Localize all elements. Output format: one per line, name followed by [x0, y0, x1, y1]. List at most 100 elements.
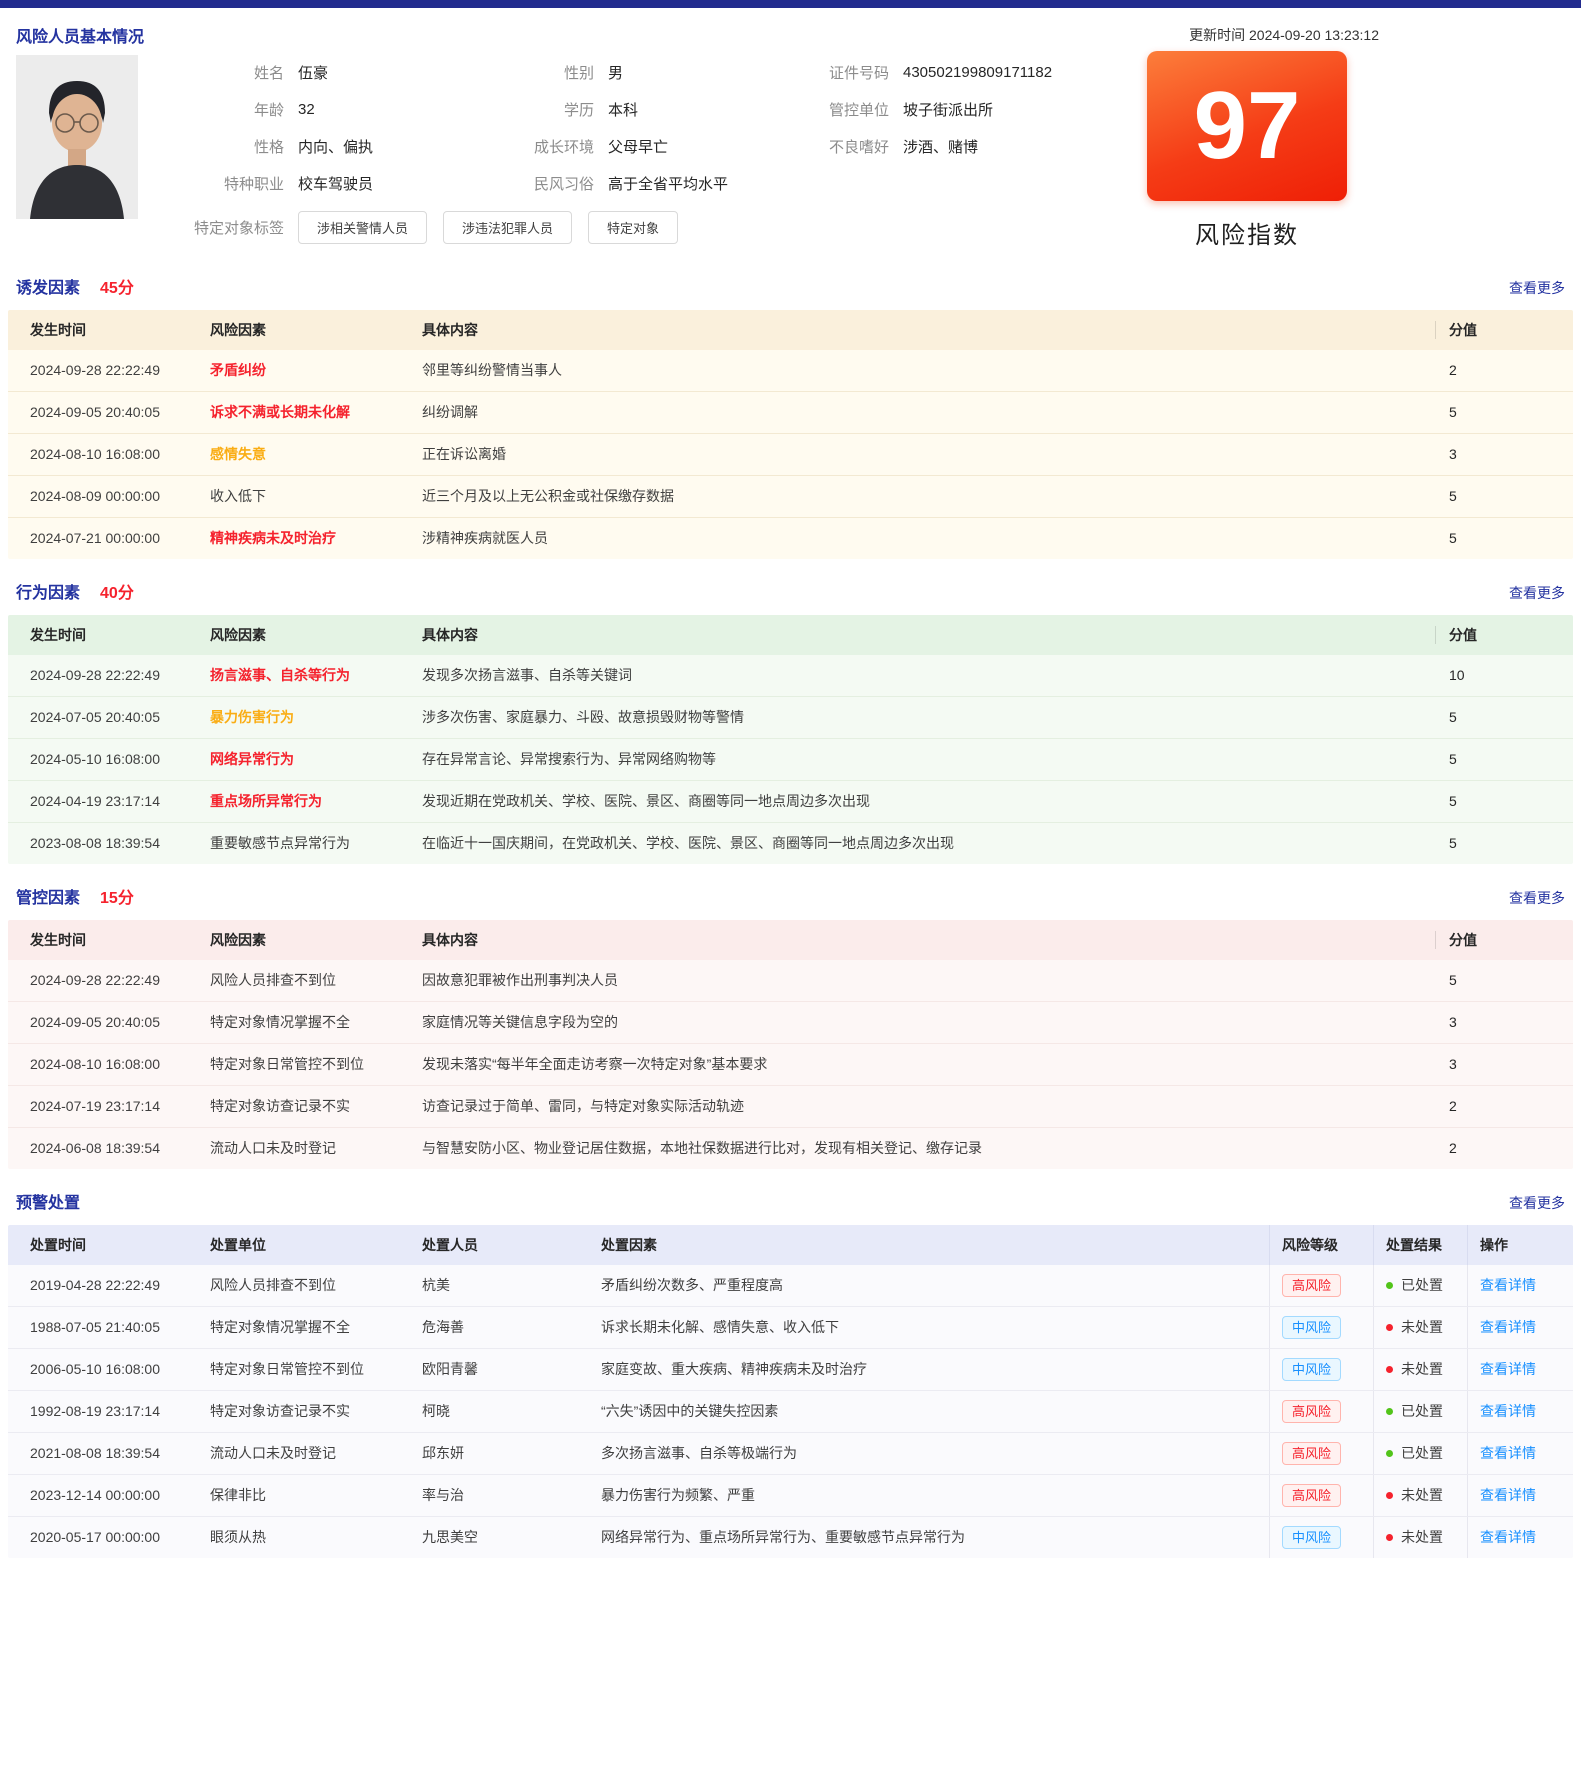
cell-risk-factor: 流动人口未及时登记 — [210, 1128, 422, 1169]
profile-field: 证件号码430502199809171182 — [799, 61, 1052, 83]
column-header: 分值 — [1435, 920, 1567, 960]
avatar — [16, 55, 138, 219]
page: 风险人员基本情况 更新时间 2024-09-20 13:23:12 姓名伍豪性别… — [0, 8, 1581, 1558]
tags-row: 特定对象标签 涉相关警情人员涉违法犯罪人员特定对象 — [194, 211, 1052, 244]
cell-factor: 矛盾纠纷次数多、严重程度高 — [601, 1265, 1269, 1306]
view-detail-link[interactable]: 查看详情 — [1480, 1401, 1536, 1421]
cell-time: 2024-05-10 16:08:00 — [30, 739, 210, 780]
profile-field: 性格内向、偏执 — [194, 135, 504, 157]
field-label: 特种职业 — [194, 173, 284, 194]
cell-unit: 保律非比 — [210, 1475, 422, 1516]
field-value: 内向、偏执 — [298, 136, 373, 157]
avatar-photo-icon — [16, 55, 138, 219]
view-detail-link[interactable]: 查看详情 — [1480, 1359, 1536, 1379]
cell-action: 查看详情 — [1467, 1265, 1567, 1306]
cell-factor: “六失”诱因中的关键失控因素 — [601, 1391, 1269, 1432]
table-row: 2023-12-14 00:00:00保律非比率与治暴力伤害行为频繁、严重高风险… — [8, 1474, 1573, 1516]
view-more-link[interactable]: 查看更多 — [1509, 888, 1565, 908]
table-body: 2024-09-28 22:22:49风险人员排查不到位因故意犯罪被作出刑事判决… — [8, 960, 1573, 1169]
field-value: 伍豪 — [298, 62, 328, 83]
status-dot-icon — [1386, 1450, 1393, 1457]
cell-result: 未处置 — [1373, 1475, 1467, 1516]
cell-risk-level: 中风险 — [1269, 1517, 1373, 1558]
cell-content: 涉多次伤害、家庭暴力、斗殴、故意损毁财物等警情 — [422, 697, 1435, 738]
top-accent-bar — [0, 0, 1581, 8]
cell-content: 因故意犯罪被作出刑事判决人员 — [422, 960, 1435, 1001]
table-header-row: 处置时间处置单位处置人员处置因素风险等级处置结果操作 — [8, 1225, 1573, 1265]
view-detail-link[interactable]: 查看详情 — [1480, 1317, 1536, 1337]
field-value: 校车驾驶员 — [298, 173, 373, 194]
cell-score: 5 — [1435, 392, 1567, 433]
cell-risk-factor: 网络异常行为 — [210, 739, 422, 780]
column-header: 处置时间 — [30, 1225, 210, 1265]
risk-score-label: 风险指数 — [1147, 215, 1347, 250]
cell-person: 欧阳青馨 — [422, 1349, 601, 1390]
profile-field: 性别男 — [504, 61, 799, 83]
field-label: 性格 — [194, 136, 284, 157]
profile-field: 特种职业校车驾驶员 — [194, 172, 504, 194]
cell-risk-factor: 收入低下 — [210, 476, 422, 517]
result-text: 已处置 — [1401, 1443, 1443, 1463]
cell-time: 2024-06-08 18:39:54 — [30, 1128, 210, 1169]
view-detail-link[interactable]: 查看详情 — [1480, 1443, 1536, 1463]
cell-person: 杭美 — [422, 1265, 601, 1306]
cell-risk-factor: 诉求不满或长期未化解 — [210, 392, 422, 433]
view-detail-link[interactable]: 查看详情 — [1480, 1275, 1536, 1295]
cell-content: 发现未落实“每半年全面走访考察一次特定对象”基本要求 — [422, 1044, 1435, 1085]
cell-score: 5 — [1435, 960, 1567, 1001]
table-row: 2024-05-10 16:08:00网络异常行为存在异常言论、异常搜索行为、异… — [8, 738, 1573, 780]
status-dot-icon — [1386, 1324, 1393, 1331]
risk-level-badge: 中风险 — [1282, 1316, 1341, 1340]
cell-risk-level: 高风险 — [1269, 1391, 1373, 1432]
cell-person: 危海善 — [422, 1307, 601, 1348]
cell-time: 2024-07-21 00:00:00 — [30, 518, 210, 559]
cell-score: 5 — [1435, 476, 1567, 517]
section-behavior-factors: 行为因素40分查看更多发生时间风险因素具体内容分值2024-09-28 22:2… — [8, 559, 1573, 864]
cell-content: 近三个月及以上无公积金或社保缴存数据 — [422, 476, 1435, 517]
table-row: 2024-09-05 20:40:05特定对象情况掌握不全家庭情况等关键信息字段… — [8, 1001, 1573, 1043]
column-header: 发生时间 — [30, 615, 210, 655]
cell-content: 发现多次扬言滋事、自杀等关键词 — [422, 655, 1435, 696]
risk-level-badge: 中风险 — [1282, 1358, 1341, 1382]
cell-score: 2 — [1435, 1128, 1567, 1169]
cell-result: 已处置 — [1373, 1433, 1467, 1474]
cell-unit: 特定对象访查记录不实 — [210, 1391, 422, 1432]
cell-risk-factor: 重点场所异常行为 — [210, 781, 422, 822]
cell-unit: 特定对象情况掌握不全 — [210, 1307, 422, 1348]
column-header: 发生时间 — [30, 920, 210, 960]
tags-label: 特定对象标签 — [194, 217, 284, 238]
table-row: 2024-07-05 20:40:05暴力伤害行为涉多次伤害、家庭暴力、斗殴、故… — [8, 696, 1573, 738]
column-header: 发生时间 — [30, 310, 210, 350]
special-object-tag: 涉相关警情人员 — [298, 211, 427, 244]
cell-risk-factor: 风险人员排查不到位 — [210, 960, 422, 1001]
risk-level-badge: 高风险 — [1282, 1400, 1341, 1424]
table-row: 2024-04-19 23:17:14重点场所异常行为发现近期在党政机关、学校、… — [8, 780, 1573, 822]
view-more-link[interactable]: 查看更多 — [1509, 278, 1565, 298]
result-text: 未处置 — [1401, 1359, 1443, 1379]
page-title: 风险人员基本情况 — [16, 23, 144, 47]
result-text: 已处置 — [1401, 1275, 1443, 1295]
section-title: 诱发因素 — [16, 274, 80, 298]
profile-field: 民风习俗高于全省平均水平 — [504, 172, 799, 194]
result-text: 未处置 — [1401, 1317, 1443, 1337]
table-body: 2024-09-28 22:22:49扬言滋事、自杀等行为发现多次扬言滋事、自杀… — [8, 655, 1573, 864]
view-detail-link[interactable]: 查看详情 — [1480, 1527, 1536, 1547]
field-label: 学历 — [504, 99, 594, 120]
view-more-link[interactable]: 查看更多 — [1509, 1193, 1565, 1213]
profile-fields: 姓名伍豪性别男证件号码430502199809171182年龄32学历本科管控单… — [194, 55, 1052, 244]
field-label: 不良嗜好 — [799, 136, 889, 157]
cell-score: 5 — [1435, 518, 1567, 559]
cell-result: 未处置 — [1373, 1517, 1467, 1558]
result-text: 已处置 — [1401, 1401, 1443, 1421]
cell-content: 在临近十一国庆期间，在党政机关、学校、医院、景区、商圈等同一地点周边多次出现 — [422, 823, 1435, 864]
field-label: 管控单位 — [799, 99, 889, 120]
table-row: 2020-05-17 00:00:00眼须从热九思美空网络异常行为、重点场所异常… — [8, 1516, 1573, 1558]
view-detail-link[interactable]: 查看详情 — [1480, 1485, 1536, 1505]
status-dot-icon — [1386, 1366, 1393, 1373]
cell-risk-level: 高风险 — [1269, 1265, 1373, 1306]
table-row: 2019-04-28 22:22:49风险人员排查不到位杭美矛盾纠纷次数多、严重… — [8, 1265, 1573, 1306]
cell-risk-factor: 特定对象情况掌握不全 — [210, 1002, 422, 1043]
view-more-link[interactable]: 查看更多 — [1509, 583, 1565, 603]
cell-risk-factor: 感情失意 — [210, 434, 422, 475]
section-score: 45分 — [100, 274, 134, 298]
